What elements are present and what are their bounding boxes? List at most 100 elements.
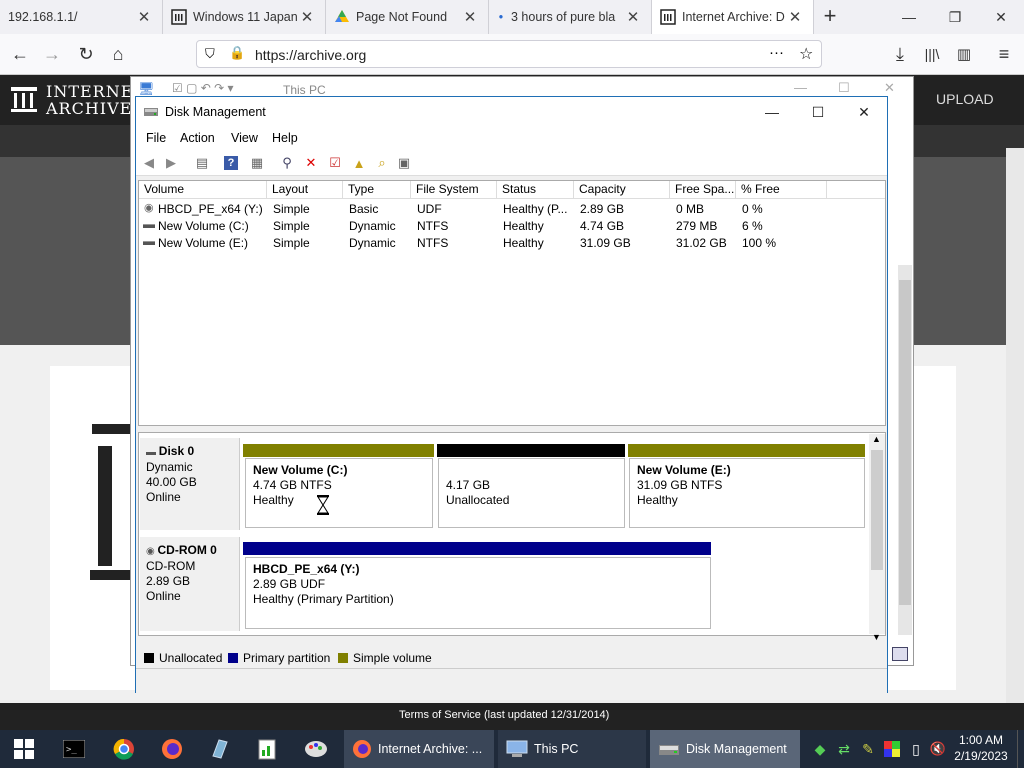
legend-primary: Primary partition [228, 651, 330, 665]
tab-router[interactable]: 192.168.1.1/ ✕ [0, 0, 163, 34]
close-icon[interactable]: ✕ [134, 8, 154, 26]
show-hide-tree-icon[interactable]: ▤ [193, 154, 211, 172]
status-icon[interactable] [892, 647, 908, 661]
taskbar-app-disk-management[interactable]: Disk Management [650, 730, 800, 768]
menu-help[interactable]: Help [272, 131, 298, 145]
terminal-icon[interactable]: >_ [60, 736, 88, 762]
minimize-button[interactable]: — [886, 0, 932, 34]
back-arrow-icon[interactable]: ← [6, 40, 34, 68]
menu-icon[interactable]: ≡ [990, 40, 1018, 68]
chrome-icon[interactable] [110, 736, 138, 762]
clock[interactable]: 1:00 AM 2/19/2023 [952, 732, 1010, 764]
properties-icon[interactable]: ▦ [248, 154, 266, 172]
table-row[interactable]: ◉ HBCD_PE_x64 (Y:) Simple Basic UDF Heal… [139, 201, 885, 217]
volume-muted-icon[interactable]: 🔇 [924, 736, 952, 762]
col-file-system[interactable]: File System [411, 181, 497, 198]
quick-access-icons[interactable]: ☑ ▢ ↶ ↷ ▾ [172, 81, 234, 95]
menu-file[interactable]: File [146, 131, 166, 145]
new-tab-button[interactable]: + [818, 5, 842, 29]
archive-icon [171, 9, 187, 25]
partition-y[interactable]: HBCD_PE_x64 (Y:) 2.89 GB UDF Healthy (Pr… [245, 557, 711, 629]
this-pc-close[interactable]: ✕ [884, 80, 895, 96]
taskbar-app-internet-archive[interactable]: Internet Archive: ... [344, 730, 494, 768]
tab-3-hours[interactable]: • 3 hours of pure bla ✕ [489, 0, 652, 34]
tab-label: 192.168.1.1/ [8, 10, 78, 24]
col-free-space[interactable]: Free Spa... [670, 181, 736, 198]
check-icon[interactable]: ☑ [326, 154, 344, 172]
col-status[interactable]: Status [497, 181, 574, 198]
col-type[interactable]: Type [343, 181, 411, 198]
url-bar[interactable]: ⛉ 🔒 https://archive.org ··· ☆ [196, 40, 822, 68]
col-volume[interactable]: Volume [139, 181, 267, 198]
this-pc-minimize[interactable]: — [794, 80, 807, 95]
menu-action[interactable]: Action [180, 131, 215, 145]
partition-c[interactable]: New Volume (C:) 4.74 GB NTFS Healthy [245, 458, 433, 528]
home-icon[interactable]: ⌂ [104, 40, 132, 68]
partition-e[interactable]: New Volume (E:) 31.09 GB NTFS Healthy [629, 458, 865, 528]
tab-windows11[interactable]: Windows 11 Japane ✕ [163, 0, 326, 34]
upload-link[interactable]: UPLOAD [936, 91, 994, 107]
this-pc-maximize[interactable]: ☐ [838, 80, 850, 96]
firefox-icon[interactable] [158, 736, 186, 762]
app-icon[interactable] [206, 736, 234, 762]
close-icon[interactable]: ✕ [460, 8, 480, 26]
cell-volume: New Volume (C:) [158, 219, 249, 233]
table-row[interactable]: ▬ New Volume (E:) Simple Dynamic NTFS He… [139, 234, 885, 251]
close-window-button[interactable]: ✕ [978, 0, 1024, 34]
dm-maximize-button[interactable]: ☐ [795, 97, 841, 127]
table-row[interactable]: ▬ New Volume (C:) Simple Dynamic NTFS He… [139, 217, 885, 234]
paint-icon[interactable] [302, 736, 330, 762]
forward-arrow-icon[interactable]: → [38, 40, 66, 68]
col-percent-free[interactable]: % Free [736, 181, 827, 198]
back-icon[interactable]: ◀ [140, 154, 158, 172]
close-icon[interactable]: ✕ [785, 8, 805, 26]
disk-0-header[interactable]: ▬ Disk 0 Dynamic 40.00 GB Online [140, 438, 240, 530]
col-capacity[interactable]: Capacity [574, 181, 670, 198]
help-icon[interactable]: ? [224, 156, 238, 170]
more-icon[interactable]: ··· [769, 44, 784, 61]
this-pc-scroll-thumb[interactable] [899, 280, 911, 605]
taskbar-app-this-pc[interactable]: This PC [498, 730, 646, 768]
legend-swatch [144, 653, 154, 663]
hourglass-cursor-icon [316, 494, 330, 516]
cell-capacity: 31.09 GB [580, 236, 631, 250]
partition-name [446, 463, 617, 478]
tab-label: Windows 11 Japane [193, 10, 297, 24]
dm-minimize-button[interactable]: — [749, 97, 795, 127]
dm-status-bar [136, 668, 887, 693]
tab-page-not-found[interactable]: Page Not Found ✕ [326, 0, 489, 34]
col-layout[interactable]: Layout [267, 181, 343, 198]
terms-link[interactable]: Terms of Service (last updated 12/31/201… [399, 709, 609, 721]
lock-icon[interactable]: 🔒 [229, 45, 245, 61]
cdrom-0-header[interactable]: ◉ CD-ROM 0 CD-ROM 2.89 GB Online [140, 537, 240, 631]
connect-drive-icon[interactable]: ⚲ [278, 154, 296, 172]
download-icon[interactable]: ⤓ [886, 40, 914, 68]
cdrom-0-name-text: CD-ROM 0 [157, 543, 217, 557]
reload-icon[interactable]: ↻ [72, 40, 100, 68]
scroll-up-icon[interactable]: ▲ [872, 434, 881, 444]
close-icon[interactable]: ✕ [623, 8, 643, 26]
shield-icon[interactable]: ⛉ [205, 46, 215, 62]
menu-view[interactable]: View [231, 131, 258, 145]
delete-icon[interactable]: ✕ [302, 154, 320, 172]
close-icon[interactable]: ✕ [297, 8, 317, 26]
tab-internet-archive[interactable]: Internet Archive: D ✕ [652, 0, 814, 34]
forward-icon[interactable]: ▶ [162, 154, 180, 172]
folder-up-icon[interactable]: ▲ [350, 154, 368, 172]
library-icon[interactable]: |||\ [918, 40, 946, 68]
disk-area-scroll-thumb[interactable] [871, 450, 883, 570]
partition-unallocated[interactable]: 4.17 GB Unallocated [438, 458, 625, 528]
show-desktop-button[interactable] [1017, 730, 1024, 768]
restore-button[interactable]: ❐ [932, 0, 978, 34]
dm-close-button[interactable]: ✕ [841, 97, 887, 127]
cell-status: Healthy (P... [503, 202, 568, 216]
start-windows-icon[interactable] [10, 736, 38, 762]
sidebar-icon[interactable]: ▥ [950, 40, 978, 68]
list-view-icon[interactable]: ▣ [395, 154, 413, 172]
disk-0-name-text: Disk 0 [158, 444, 195, 458]
star-icon[interactable]: ☆ [799, 44, 813, 64]
notepad-icon[interactable] [254, 736, 282, 762]
scroll-down-icon[interactable]: ▼ [872, 632, 881, 642]
page-scrollbar[interactable] [1006, 148, 1024, 708]
search-folder-icon[interactable]: ⌕ [373, 154, 391, 172]
